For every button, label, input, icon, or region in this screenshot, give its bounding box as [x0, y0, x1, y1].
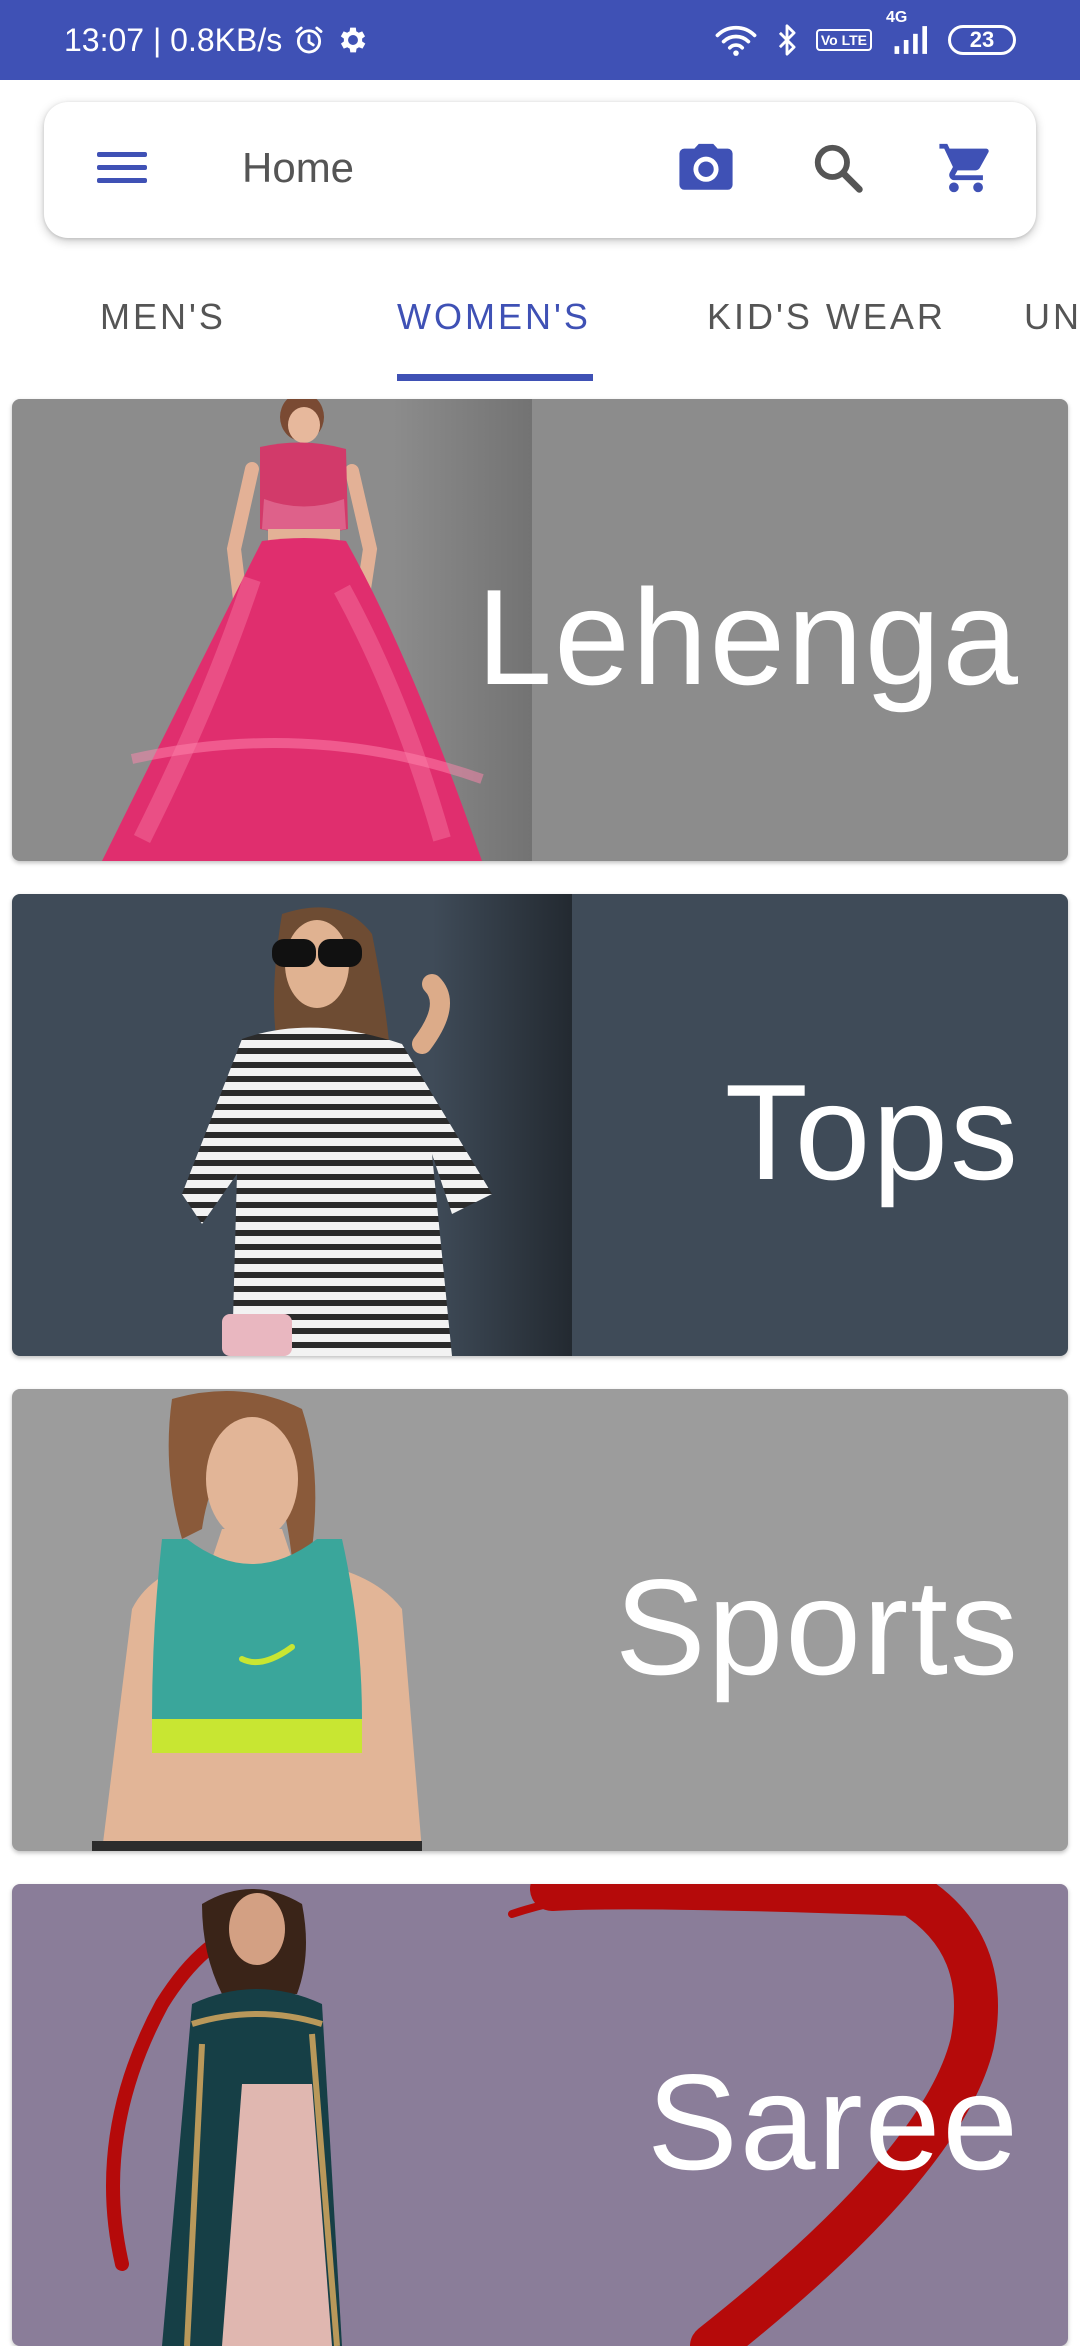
signal-icon: 4G: [886, 9, 932, 57]
search-icon: [811, 141, 865, 200]
status-bar: 13:07 | 0.8KB/s Vo LTE 4G 23: [0, 0, 1080, 80]
wifi-icon: [714, 23, 758, 57]
status-time-speed: 13:07 | 0.8KB/s: [64, 21, 283, 58]
category-tabs: MEN'S WOMEN'S KID'S WEAR UN: [0, 270, 1080, 386]
sports-image: [92, 1391, 422, 1851]
tab-indicator: [397, 374, 593, 381]
category-card-saree[interactable]: Saree: [12, 1884, 1068, 2346]
menu-button[interactable]: [94, 142, 150, 198]
search-button[interactable]: [806, 138, 870, 202]
volte-icon: Vo LTE: [815, 29, 872, 51]
category-card-tops[interactable]: Tops: [12, 894, 1068, 1356]
category-label: Lehenga: [476, 561, 1020, 713]
category-card-lehenga[interactable]: Lehenga: [12, 399, 1068, 861]
category-label: Sports: [614, 1551, 1020, 1703]
camera-button[interactable]: [674, 138, 738, 202]
cart-button[interactable]: [934, 138, 998, 202]
category-label: Saree: [647, 2046, 1020, 2198]
tab-mens[interactable]: MEN'S: [100, 296, 226, 338]
tab-kids-wear[interactable]: KID'S WEAR: [707, 296, 946, 338]
menu-icon: [95, 148, 149, 193]
tab-un[interactable]: UN: [1024, 296, 1080, 338]
category-card-sports[interactable]: Sports: [12, 1389, 1068, 1851]
app-bar: Home: [44, 102, 1036, 238]
category-label: Tops: [724, 1056, 1020, 1208]
alarm-icon: [292, 23, 326, 57]
tab-womens[interactable]: WOMEN'S: [397, 296, 591, 338]
page-title: Home: [242, 144, 355, 191]
camera-icon: [677, 141, 735, 200]
battery-icon: 23: [948, 25, 1016, 55]
status-left: 13:07 | 0.8KB/s: [64, 22, 370, 59]
network-type-label: 4G: [886, 9, 908, 26]
lehenga-image: [102, 399, 532, 861]
cart-icon: [937, 139, 995, 202]
tops-image: [182, 894, 572, 1356]
bluetooth-icon: [774, 23, 800, 57]
status-right: Vo LTE 4G 23: [714, 9, 1016, 57]
settings-icon: [336, 23, 370, 57]
